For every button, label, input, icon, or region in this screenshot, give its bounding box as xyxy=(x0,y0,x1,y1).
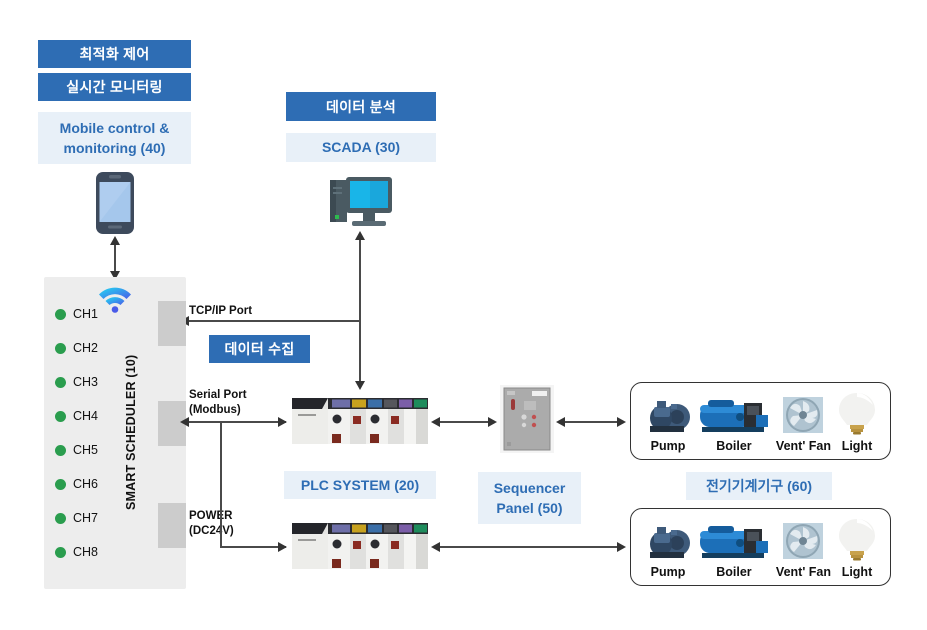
label-mobile-control-monitoring: Mobile control & monitoring (40) xyxy=(38,112,191,164)
connector-power-vertical xyxy=(220,421,222,547)
channel-label: CH8 xyxy=(73,545,99,559)
pump-icon xyxy=(644,387,692,435)
label-smart-scheduler: SMART SCHEDULER (10) xyxy=(124,354,138,510)
control-cabinet-icon xyxy=(500,385,554,458)
label-electric-machinery: 전기기계기구 (60) xyxy=(686,472,832,500)
connector-plc-equipment-lower xyxy=(437,546,624,548)
arrowhead-right-seq-equip xyxy=(617,417,626,427)
connector-scada-plc xyxy=(359,238,361,384)
connector-serial-line xyxy=(188,421,286,423)
label-scada: SCADA (30) xyxy=(286,133,436,162)
channel-status-dot xyxy=(55,308,66,320)
badge-optimized-control: 최적화 제어 xyxy=(38,40,191,68)
boiler-icon xyxy=(698,387,770,435)
badge-data-collection: 데이터 수집 xyxy=(209,335,310,363)
equipment-label: Pump xyxy=(650,565,686,579)
connector-port-power xyxy=(158,503,186,548)
plc-rack-icon-upper xyxy=(288,392,432,455)
smartphone-icon xyxy=(96,172,134,239)
arrowhead-up-scada xyxy=(355,231,365,240)
arrowhead-right-plc-seq xyxy=(488,417,497,427)
pump-icon xyxy=(644,513,692,561)
lightbulb-icon xyxy=(837,513,877,561)
label-tcpip-port: TCP/IP Port xyxy=(189,305,253,317)
equipment-label: Light xyxy=(841,565,873,579)
connector-port-tcpip xyxy=(158,301,186,346)
arrowhead-left-seq-equip xyxy=(556,417,565,427)
equipment-box-lower: Pump Boiler Vent' Fan Light xyxy=(630,508,891,586)
connector-sequencer-equipment xyxy=(562,421,624,423)
channel-row-ch1: CH1 xyxy=(55,307,98,321)
boiler-icon xyxy=(698,513,770,561)
equipment-label: Vent' Fan xyxy=(775,439,831,453)
equipment-label: Pump xyxy=(650,439,686,453)
channel-row-ch2: CH2 xyxy=(55,341,98,355)
equipment-item-vent-fan: Vent' Fan xyxy=(776,387,831,453)
fan-icon xyxy=(780,513,826,561)
channel-status-dot xyxy=(55,410,66,422)
channel-label: CH4 xyxy=(73,409,99,423)
plc-rack-icon-lower xyxy=(288,517,432,580)
channel-status-dot xyxy=(55,376,66,388)
lightbulb-icon xyxy=(837,387,877,435)
arrowhead-left-plc-seq xyxy=(431,417,440,427)
arrowhead-right-plc-equip xyxy=(617,542,626,552)
arrowhead-right-serial xyxy=(278,417,287,427)
channel-row-ch8: CH8 xyxy=(55,545,98,559)
channel-status-dot xyxy=(55,444,66,456)
equipment-label: Light xyxy=(841,439,873,453)
connector-phone-scheduler xyxy=(114,243,116,273)
equipment-box-upper: Pump Boiler Vent' Fan Light xyxy=(630,382,891,460)
equipment-item-light: Light xyxy=(837,387,877,453)
equipment-item-vent-fan: Vent' Fan xyxy=(776,513,831,579)
badge-realtime-monitoring: 실시간 모니터링 xyxy=(38,73,191,101)
channel-status-dot xyxy=(55,512,66,524)
badge-data-analysis: 데이터 분석 xyxy=(286,92,436,121)
label-power-dc24v: POWER (DC24V) xyxy=(189,510,234,537)
equipment-item-light: Light xyxy=(837,513,877,579)
equipment-label: Boiler xyxy=(716,439,752,453)
connector-plc-sequencer xyxy=(437,421,495,423)
label-plc-system: PLC SYSTEM (20) xyxy=(284,471,436,499)
channel-label: CH3 xyxy=(73,375,99,389)
channel-label: CH5 xyxy=(73,443,99,457)
wifi-icon xyxy=(98,287,132,318)
channel-row-ch7: CH7 xyxy=(55,511,98,525)
channel-row-ch4: CH4 xyxy=(55,409,98,423)
channel-label: CH7 xyxy=(73,511,99,525)
channel-label: CH1 xyxy=(73,307,99,321)
channel-row-ch5: CH5 xyxy=(55,443,98,457)
arrowhead-up-phone xyxy=(110,236,120,245)
arrowhead-left-serial xyxy=(180,417,189,427)
arrowhead-left-plc-equip xyxy=(431,542,440,552)
label-sequencer-panel: Sequencer Panel (50) xyxy=(478,472,581,524)
label-serial-port: Serial Port (Modbus) xyxy=(189,389,247,416)
connector-power-line xyxy=(220,546,286,548)
equipment-label: Vent' Fan xyxy=(775,565,831,579)
equipment-item-boiler: Boiler xyxy=(698,513,770,579)
desktop-computer-icon xyxy=(330,177,392,234)
arrowhead-right-power xyxy=(278,542,287,552)
equipment-item-boiler: Boiler xyxy=(698,387,770,453)
channel-row-ch3: CH3 xyxy=(55,375,98,389)
equipment-item-pump: Pump xyxy=(644,387,692,453)
fan-icon xyxy=(780,387,826,435)
channel-row-ch6: CH6 xyxy=(55,477,98,491)
channel-status-dot xyxy=(55,478,66,490)
channel-status-dot xyxy=(55,342,66,354)
equipment-item-pump: Pump xyxy=(644,513,692,579)
arrowhead-down-plc xyxy=(355,381,365,390)
channel-label: CH6 xyxy=(73,477,99,491)
equipment-label: Boiler xyxy=(716,565,752,579)
channel-label: CH2 xyxy=(73,341,99,355)
connector-tcpip-branch xyxy=(188,320,360,322)
channel-status-dot xyxy=(55,546,66,558)
